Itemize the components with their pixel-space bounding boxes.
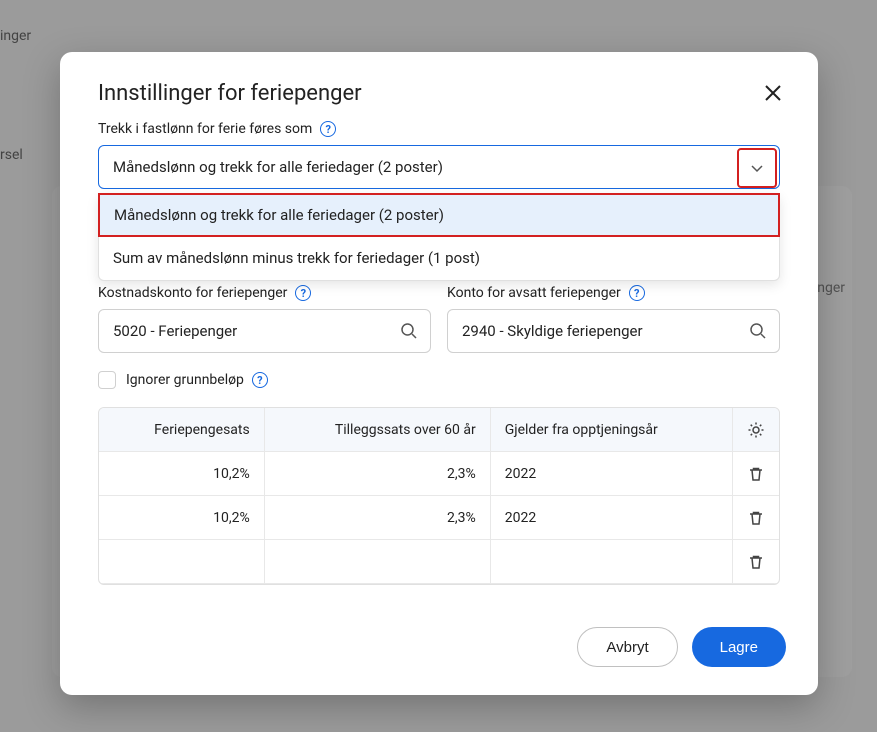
dialog-header: Innstillinger for feriepenger	[60, 52, 818, 114]
highlight-chevron-box	[737, 148, 777, 188]
save-button[interactable]: Lagre	[692, 627, 786, 667]
cost-account-label: Kostnadskonto for feriepenger ?	[98, 285, 431, 301]
cell-rate[interactable]	[99, 540, 265, 584]
dropdown-option-1[interactable]: Sum av månedslønn minus trekk for feried…	[99, 236, 779, 280]
search-icon	[400, 322, 418, 340]
cell-actions	[733, 452, 779, 496]
accrued-account-value: 2940 - Skyldige feriepenger	[462, 322, 643, 340]
rates-table: Feriepengesats Tilleggssats over 60 år G…	[98, 407, 780, 585]
cell-actions	[733, 540, 779, 584]
ignore-base-checkbox[interactable]	[98, 371, 116, 389]
accrued-account-input[interactable]: 2940 - Skyldige feriepenger	[447, 309, 780, 353]
table-row: 10,2% 2,3% 2022	[99, 496, 779, 540]
accounts-row: Kostnadskonto for feriepenger ? 5020 - F…	[98, 285, 780, 353]
dropdown-label: Trekk i fastlønn for ferie føres som ?	[98, 121, 336, 137]
ignore-base-label-text: Ignorer grunnbeløp	[126, 372, 244, 388]
select-value: Månedslønn og trekk for alle feriedager …	[113, 158, 443, 176]
cost-account-label-text: Kostnadskonto for feriepenger	[98, 285, 287, 301]
close-icon	[764, 84, 782, 102]
table-row: 10,2% 2,3% 2022	[99, 452, 779, 496]
accrued-account-label-text: Konto for avsatt feriepenger	[447, 285, 621, 301]
accrued-account-field: Konto for avsatt feriepenger ? 2940 - Sk…	[447, 285, 780, 353]
cell-surcharge[interactable]: 2,3%	[265, 452, 491, 496]
dropdown-list: Månedslønn og trekk for alle feriedager …	[98, 193, 780, 281]
dialog-title: Innstillinger for feriepenger	[98, 81, 362, 106]
cell-year[interactable]: 2022	[491, 452, 733, 496]
cost-account-field: Kostnadskonto for feriepenger ? 5020 - F…	[98, 285, 431, 353]
help-icon[interactable]: ?	[252, 372, 268, 388]
cancel-button[interactable]: Avbryt	[577, 627, 677, 667]
cell-surcharge[interactable]: 2,3%	[265, 496, 491, 540]
cell-surcharge[interactable]	[265, 540, 491, 584]
dropdown-label-text: Trekk i fastlønn for ferie føres som	[98, 121, 312, 137]
th-settings	[733, 408, 779, 452]
accrued-account-label: Konto for avsatt feriepenger ?	[447, 285, 780, 301]
gear-icon	[747, 421, 765, 439]
table-header-row: Feriepengesats Tilleggssats over 60 år G…	[99, 408, 779, 452]
cell-year[interactable]	[491, 540, 733, 584]
close-button[interactable]	[760, 80, 786, 106]
help-icon[interactable]: ?	[629, 285, 645, 301]
table-settings-button[interactable]	[740, 414, 772, 446]
delete-row-button[interactable]	[740, 502, 772, 534]
table-row	[99, 540, 779, 584]
ignore-base-row: Ignorer grunnbeløp ?	[98, 371, 780, 389]
trash-icon	[748, 554, 764, 570]
cell-rate[interactable]: 10,2%	[99, 452, 265, 496]
cost-account-input[interactable]: 5020 - Feriepenger	[98, 309, 431, 353]
trash-icon	[748, 466, 764, 482]
deduction-select[interactable]: Månedslønn og trekk for alle feriedager …	[98, 145, 780, 189]
settings-dialog: Innstillinger for feriepenger Trekk i fa…	[60, 52, 818, 695]
delete-row-button[interactable]	[740, 546, 772, 578]
cost-account-value: 5020 - Feriepenger	[113, 322, 237, 340]
dialog-footer: Avbryt Lagre	[60, 603, 818, 695]
cell-year[interactable]: 2022	[491, 496, 733, 540]
chevron-down-icon	[750, 161, 764, 175]
delete-row-button[interactable]	[740, 458, 772, 490]
ignore-base-label: Ignorer grunnbeløp ?	[126, 372, 268, 388]
dropdown-option-0[interactable]: Månedslønn og trekk for alle feriedager …	[98, 193, 780, 237]
dropdown-wrapper: Månedslønn og trekk for alle feriedager …	[98, 145, 780, 189]
cell-rate[interactable]: 10,2%	[99, 496, 265, 540]
th-year: Gjelder fra opptjeningsår	[491, 408, 733, 452]
cell-actions	[733, 496, 779, 540]
help-icon[interactable]: ?	[320, 121, 336, 137]
dialog-body: Trekk i fastlønn for ferie føres som ? M…	[60, 114, 818, 603]
th-surcharge: Tilleggssats over 60 år	[265, 408, 491, 452]
help-icon[interactable]: ?	[295, 285, 311, 301]
trash-icon	[748, 510, 764, 526]
search-icon	[749, 322, 767, 340]
th-rate: Feriepengesats	[99, 408, 265, 452]
